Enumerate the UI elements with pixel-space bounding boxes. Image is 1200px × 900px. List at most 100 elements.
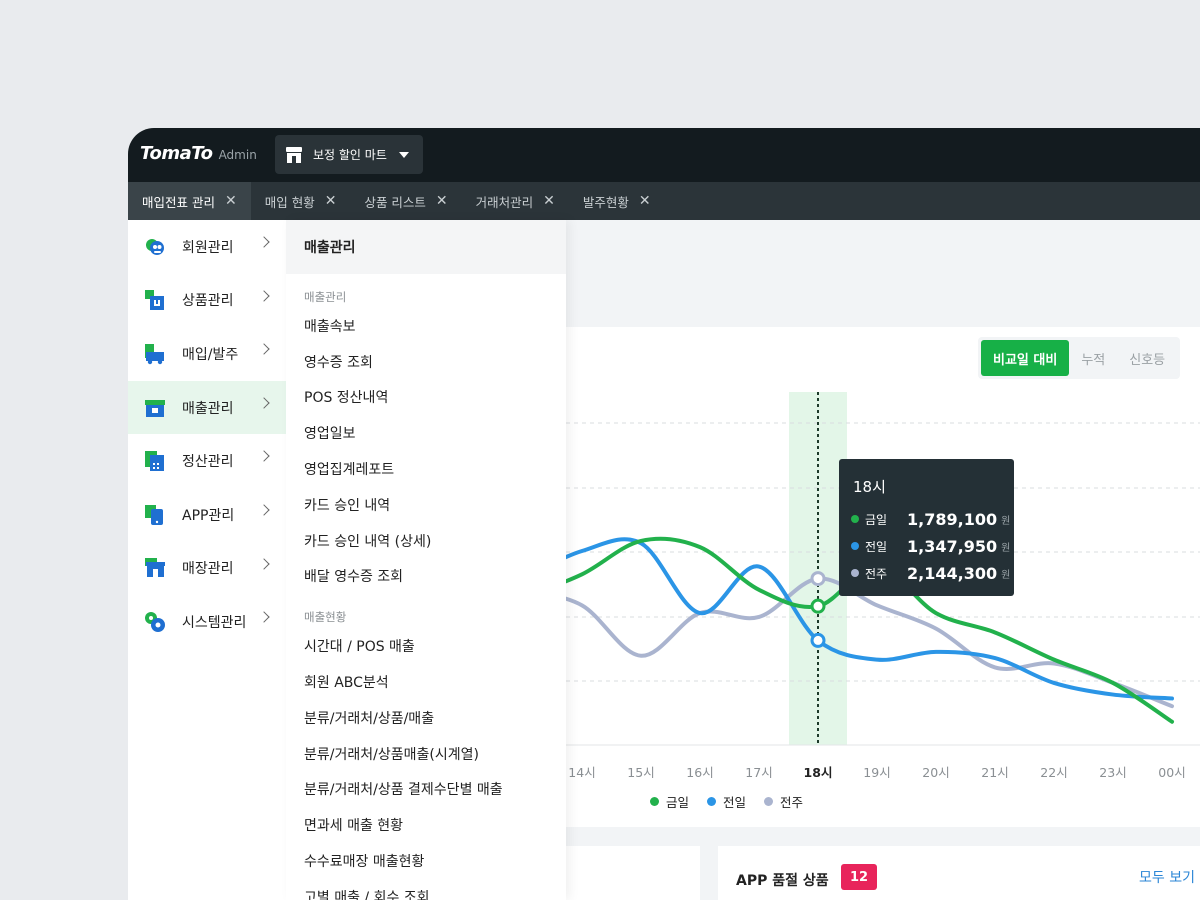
legend-item-today[interactable]: 금일 — [650, 792, 689, 811]
sidebar-item-label: 정산관리 — [182, 454, 234, 471]
tooltip-row-lastweek: 전주 2,144,300 원 — [851, 562, 1011, 584]
sidebar: 회원관리 상품관리 매입/발주 매출관리 정산관리 APP관리 매장관리 시스템… — [128, 220, 286, 900]
submenu-item-card-approvals-detail[interactable]: 카드 승인 내역 (상세) — [286, 523, 566, 559]
submenu-item-category-timeseries[interactable]: 분류/거래처/상품매출(시계열) — [286, 736, 566, 772]
submenu-item-member-abc[interactable]: 회원 ABC분석 — [286, 664, 566, 700]
chevron-right-icon — [258, 611, 270, 623]
x-tick-label: 18시 — [803, 765, 833, 780]
close-icon[interactable]: ✕ — [325, 193, 337, 209]
legend-dot — [707, 797, 717, 806]
compare-day-button[interactable]: 비교일 대비 — [981, 340, 1070, 376]
tab-label: 상품 리스트 — [364, 194, 426, 210]
app-soldout-title: APP 품절 상품 — [736, 873, 829, 889]
hover-point-1[interactable] — [810, 632, 826, 648]
tooltip-series: 전주 — [865, 566, 888, 581]
submenu-item-payment-sales[interactable]: 분류/거래처/상품 결제수단별 매출 — [286, 772, 566, 808]
logo-text: TomaTo — [140, 143, 213, 164]
sidebar-item-store[interactable]: 매장관리 — [128, 542, 286, 596]
chart-legend: 금일 전일 전주 — [650, 792, 821, 811]
sidebar-item-app[interactable]: APP관리 — [128, 488, 286, 542]
tab-label: 매입 현황 — [264, 194, 315, 210]
app-soldout-card: APP 품절 상품 12 모두 보기 — [718, 846, 1200, 900]
chevron-right-icon — [258, 504, 270, 516]
x-tick-label: 23시 — [1099, 765, 1127, 780]
sidebar-item-products[interactable]: 상품관리 — [128, 274, 286, 328]
products-icon — [145, 290, 164, 311]
legend-label: 전일 — [723, 795, 747, 810]
x-tick-label: 20시 — [922, 765, 950, 780]
tab-purchase-status[interactable]: 매입 현황 ✕ — [251, 182, 351, 220]
submenu-title: 매출관리 — [286, 220, 566, 274]
legend-label: 금일 — [666, 795, 690, 810]
tooltip-dot — [851, 542, 859, 550]
submenu-item-customer-sales[interactable]: 고별 매출 / 회수 조회 — [286, 879, 566, 900]
cumulative-button[interactable]: 누적 — [1069, 340, 1117, 376]
close-icon[interactable]: ✕ — [225, 193, 237, 209]
sidebar-item-label: APP관리 — [182, 507, 235, 524]
chevron-right-icon — [258, 343, 270, 355]
gears-icon — [145, 611, 165, 632]
tab-purchase-slip[interactable]: 매입전표 관리 ✕ — [128, 182, 251, 220]
submenu-item-daily-report[interactable]: 영업일보 — [286, 415, 566, 451]
chevron-down-icon — [398, 151, 409, 158]
submenu-item-pos-settlement[interactable]: POS 정산내역 — [286, 380, 566, 416]
x-tick-label: 22시 — [1040, 765, 1068, 780]
close-icon[interactable]: ✕ — [639, 193, 651, 209]
sidebar-item-label: 매입/발주 — [182, 346, 239, 363]
view-all-link[interactable]: 모두 보기 — [1139, 867, 1195, 887]
legend-item-lastweek[interactable]: 전주 — [764, 792, 803, 811]
mobile-app-icon — [145, 504, 163, 525]
tooltip-unit: 원 — [1001, 569, 1011, 581]
series-line-2[interactable] — [566, 576, 1174, 709]
close-icon[interactable]: ✕ — [436, 193, 448, 209]
legend-dot — [650, 797, 659, 806]
submenu-item-delivery-receipts[interactable]: 배달 영수증 조회 — [286, 559, 566, 595]
sidebar-item-sales[interactable]: 매출관리 — [128, 380, 286, 435]
sidebar-item-system[interactable]: 시스템관리 — [128, 595, 286, 649]
tooltip-row-today: 금일 1,789,100 원 — [851, 508, 1011, 530]
x-tick-label: 17시 — [745, 765, 773, 780]
hover-point-0[interactable] — [810, 598, 826, 614]
compare-mode-toggle: 비교일 대비 누적 신호등 — [978, 337, 1181, 379]
members-icon — [146, 238, 164, 255]
sidebar-item-label: 매출관리 — [182, 400, 234, 417]
traffic-light-button[interactable]: 신호등 — [1117, 340, 1177, 376]
submenu-item-tax-free-sales[interactable]: 면과세 매출 현황 — [286, 807, 566, 843]
submenu-item-category-sales[interactable]: 분류/거래처/상품/매출 — [286, 700, 566, 736]
logo[interactable]: TomaTo Admin — [140, 143, 257, 169]
sidebar-item-members[interactable]: 회원관리 — [128, 220, 286, 274]
legend-dot — [764, 797, 774, 806]
submenu-item-sales-flash[interactable]: 매출속보 — [286, 308, 566, 344]
submenu-item-card-approvals[interactable]: 카드 승인 내역 — [286, 487, 566, 523]
sidebar-item-label: 매장관리 — [182, 561, 234, 578]
submenu-item-receipt-lookup[interactable]: 영수증 조회 — [286, 344, 566, 380]
sidebar-item-label: 상품관리 — [182, 293, 234, 310]
submenu-item-summary-report[interactable]: 영업집계레포트 — [286, 451, 566, 487]
hover-point-2[interactable] — [810, 571, 826, 587]
tooltip-value: 1,347,950 — [907, 536, 998, 556]
tab-label: 매입전표 관리 — [142, 194, 215, 210]
x-tick-label: 16시 — [686, 765, 714, 780]
sales-submenu: 매출관리 매출관리 매출속보 영수증 조회 POS 정산내역 영업일보 영업집계… — [286, 220, 566, 900]
tab-order-status[interactable]: 발주현황 ✕ — [569, 182, 665, 220]
legend-item-yesterday[interactable]: 전일 — [707, 792, 746, 811]
submenu-item-fee-store-sales[interactable]: 수수료매장 매출현황 — [286, 843, 566, 879]
chart-tooltip: 18시 금일 1,789,100 원 전일 1,347,950 원 전주 2,1… — [839, 459, 1014, 596]
tooltip-row-yesterday: 전일 1,347,950 원 — [851, 535, 1011, 557]
tab-product-list[interactable]: 상품 리스트 ✕ — [350, 182, 461, 220]
sidebar-item-purchase[interactable]: 매입/발주 — [128, 327, 286, 381]
logo-subtitle: Admin — [218, 148, 257, 162]
submenu-group-label: 매출현황 — [304, 610, 347, 625]
tab-vendor-management[interactable]: 거래처관리 ✕ — [462, 182, 569, 220]
store-selector[interactable]: 보정 할인 마트 — [275, 135, 423, 174]
x-tick-label: 15시 — [627, 765, 655, 780]
settlement-calculator-icon — [145, 451, 164, 472]
tooltip-dot — [851, 515, 859, 523]
sidebar-item-settlement[interactable]: 정산관리 — [128, 434, 286, 488]
sidebar-item-label: 회원관리 — [182, 239, 234, 256]
submenu-item-time-pos-sales[interactable]: 시간대 / POS 매출 — [286, 628, 566, 664]
soldout-count-badge: 12 — [841, 864, 877, 890]
store-name: 보정 할인 마트 — [313, 148, 387, 162]
tooltip-title: 18시 — [853, 478, 886, 496]
close-icon[interactable]: ✕ — [543, 193, 555, 209]
